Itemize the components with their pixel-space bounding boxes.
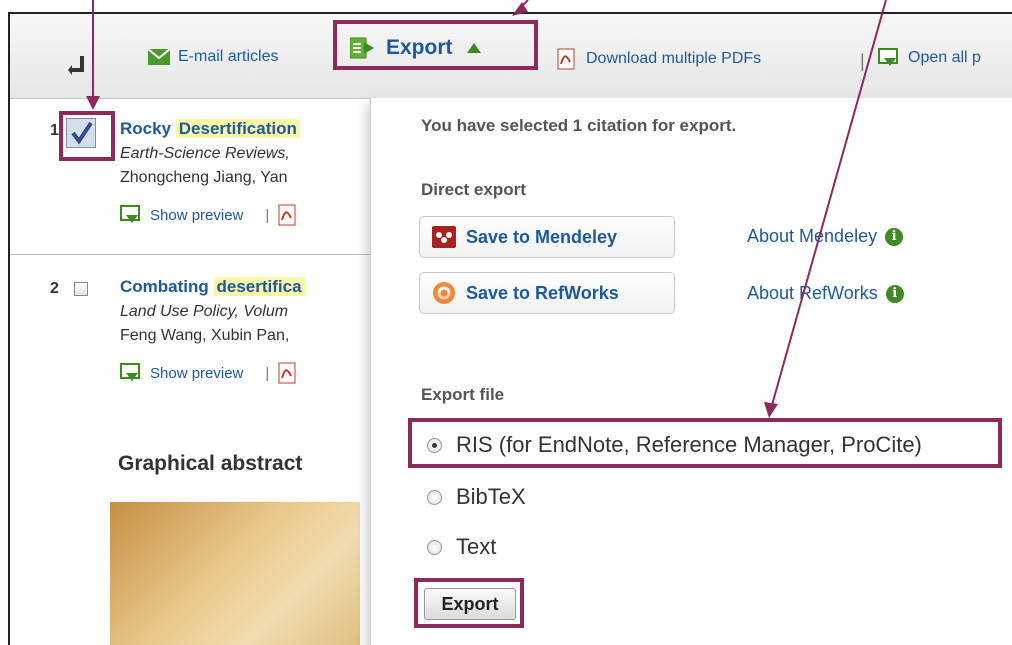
- refworks-icon: [433, 282, 455, 304]
- text-radio[interactable]: [427, 539, 442, 555]
- export-tab-highlight-box: [333, 20, 538, 70]
- title-highlight: Desertification: [175, 119, 300, 138]
- result-number: 1: [50, 122, 59, 139]
- export-file-heading: Export file: [421, 385, 505, 404]
- email-articles-button[interactable]: E-mail articles: [148, 48, 278, 66]
- mendeley-icon: [432, 226, 456, 248]
- preview-icon: [878, 48, 898, 66]
- result-1-title[interactable]: Rocky Desertification: [120, 119, 300, 139]
- title-prefix: Rocky: [120, 119, 172, 138]
- info-icon: i: [885, 227, 904, 246]
- download-pdfs-button[interactable]: Download multiple PDFs: [556, 48, 761, 70]
- result-2-journal: Land Use Policy, Volum: [120, 303, 289, 320]
- graphical-abstract-image: [110, 502, 360, 645]
- save-to-mendeley-button[interactable]: Save to Mendeley: [419, 216, 675, 258]
- about-mendeley-label: About Mendeley: [747, 226, 878, 246]
- result-2-authors: Feng Wang, Xubin Pan,: [120, 327, 290, 344]
- about-mendeley-link[interactable]: About Mendeley i: [747, 226, 904, 247]
- result-2-checkbox[interactable]: [74, 282, 88, 296]
- preview-separator: |: [265, 206, 270, 224]
- pdf-icon[interactable]: [277, 362, 297, 384]
- result-2-show-preview[interactable]: Show preview |: [120, 362, 297, 384]
- bibtex-option[interactable]: BibTeX: [427, 484, 526, 510]
- checkbox-highlight-box: [59, 111, 115, 161]
- about-refworks-link[interactable]: About RefWorks i: [747, 283, 904, 304]
- arrow-to-export-tab: [517, 0, 529, 11]
- bibtex-radio[interactable]: [427, 489, 442, 505]
- refworks-button-label: Save to RefWorks: [466, 282, 619, 303]
- direct-export-heading: Direct export: [421, 180, 526, 199]
- result-2-title[interactable]: Combating desertifica: [120, 277, 305, 297]
- result-number: 2: [50, 280, 59, 297]
- show-preview-label: Show preview: [150, 364, 244, 382]
- graphical-abstract-heading: Graphical abstract: [118, 452, 303, 475]
- export-button-highlight-box: [414, 578, 524, 628]
- show-preview-label: Show preview: [150, 206, 244, 224]
- result-divider: [10, 254, 370, 255]
- about-refworks-label: About RefWorks: [747, 283, 878, 303]
- title-prefix: Combating: [120, 277, 209, 296]
- pdf-icon[interactable]: [277, 204, 297, 226]
- preview-separator: |: [265, 364, 270, 382]
- title-highlight: desertifica: [213, 277, 305, 296]
- pdf-icon: [557, 48, 575, 70]
- toolbar-separator: |: [860, 51, 865, 71]
- text-label: Text: [456, 534, 497, 559]
- selected-count-text: You have selected 1 citation for export.: [421, 116, 737, 135]
- preview-icon: [120, 205, 140, 223]
- export-panel: You have selected 1 citation for export.…: [370, 98, 1012, 645]
- open-all-previews-button[interactable]: Open all p: [878, 48, 981, 68]
- mendeley-button-label: Save to Mendeley: [466, 226, 618, 247]
- result-1-journal: Earth-Science Reviews,: [120, 145, 290, 162]
- preview-icon: [120, 363, 140, 381]
- email-articles-label: E-mail articles: [178, 48, 279, 65]
- ris-option-highlight-box: [408, 418, 1002, 468]
- result-1-authors: Zhongcheng Jiang, Yan: [120, 169, 288, 186]
- info-icon: i: [885, 284, 904, 303]
- download-pdfs-label: Download multiple PDFs: [586, 50, 762, 67]
- save-to-refworks-button[interactable]: Save to RefWorks: [419, 272, 675, 314]
- result-1-show-preview[interactable]: Show preview |: [120, 204, 297, 226]
- screenshot-frame: E-mail articles Export Download multiple…: [8, 12, 1012, 645]
- open-all-label: Open all p: [908, 49, 981, 66]
- text-option[interactable]: Text: [427, 534, 496, 560]
- back-arrow-icon[interactable]: [68, 54, 88, 80]
- bibtex-label: BibTeX: [456, 484, 526, 509]
- envelope-icon: [148, 49, 170, 65]
